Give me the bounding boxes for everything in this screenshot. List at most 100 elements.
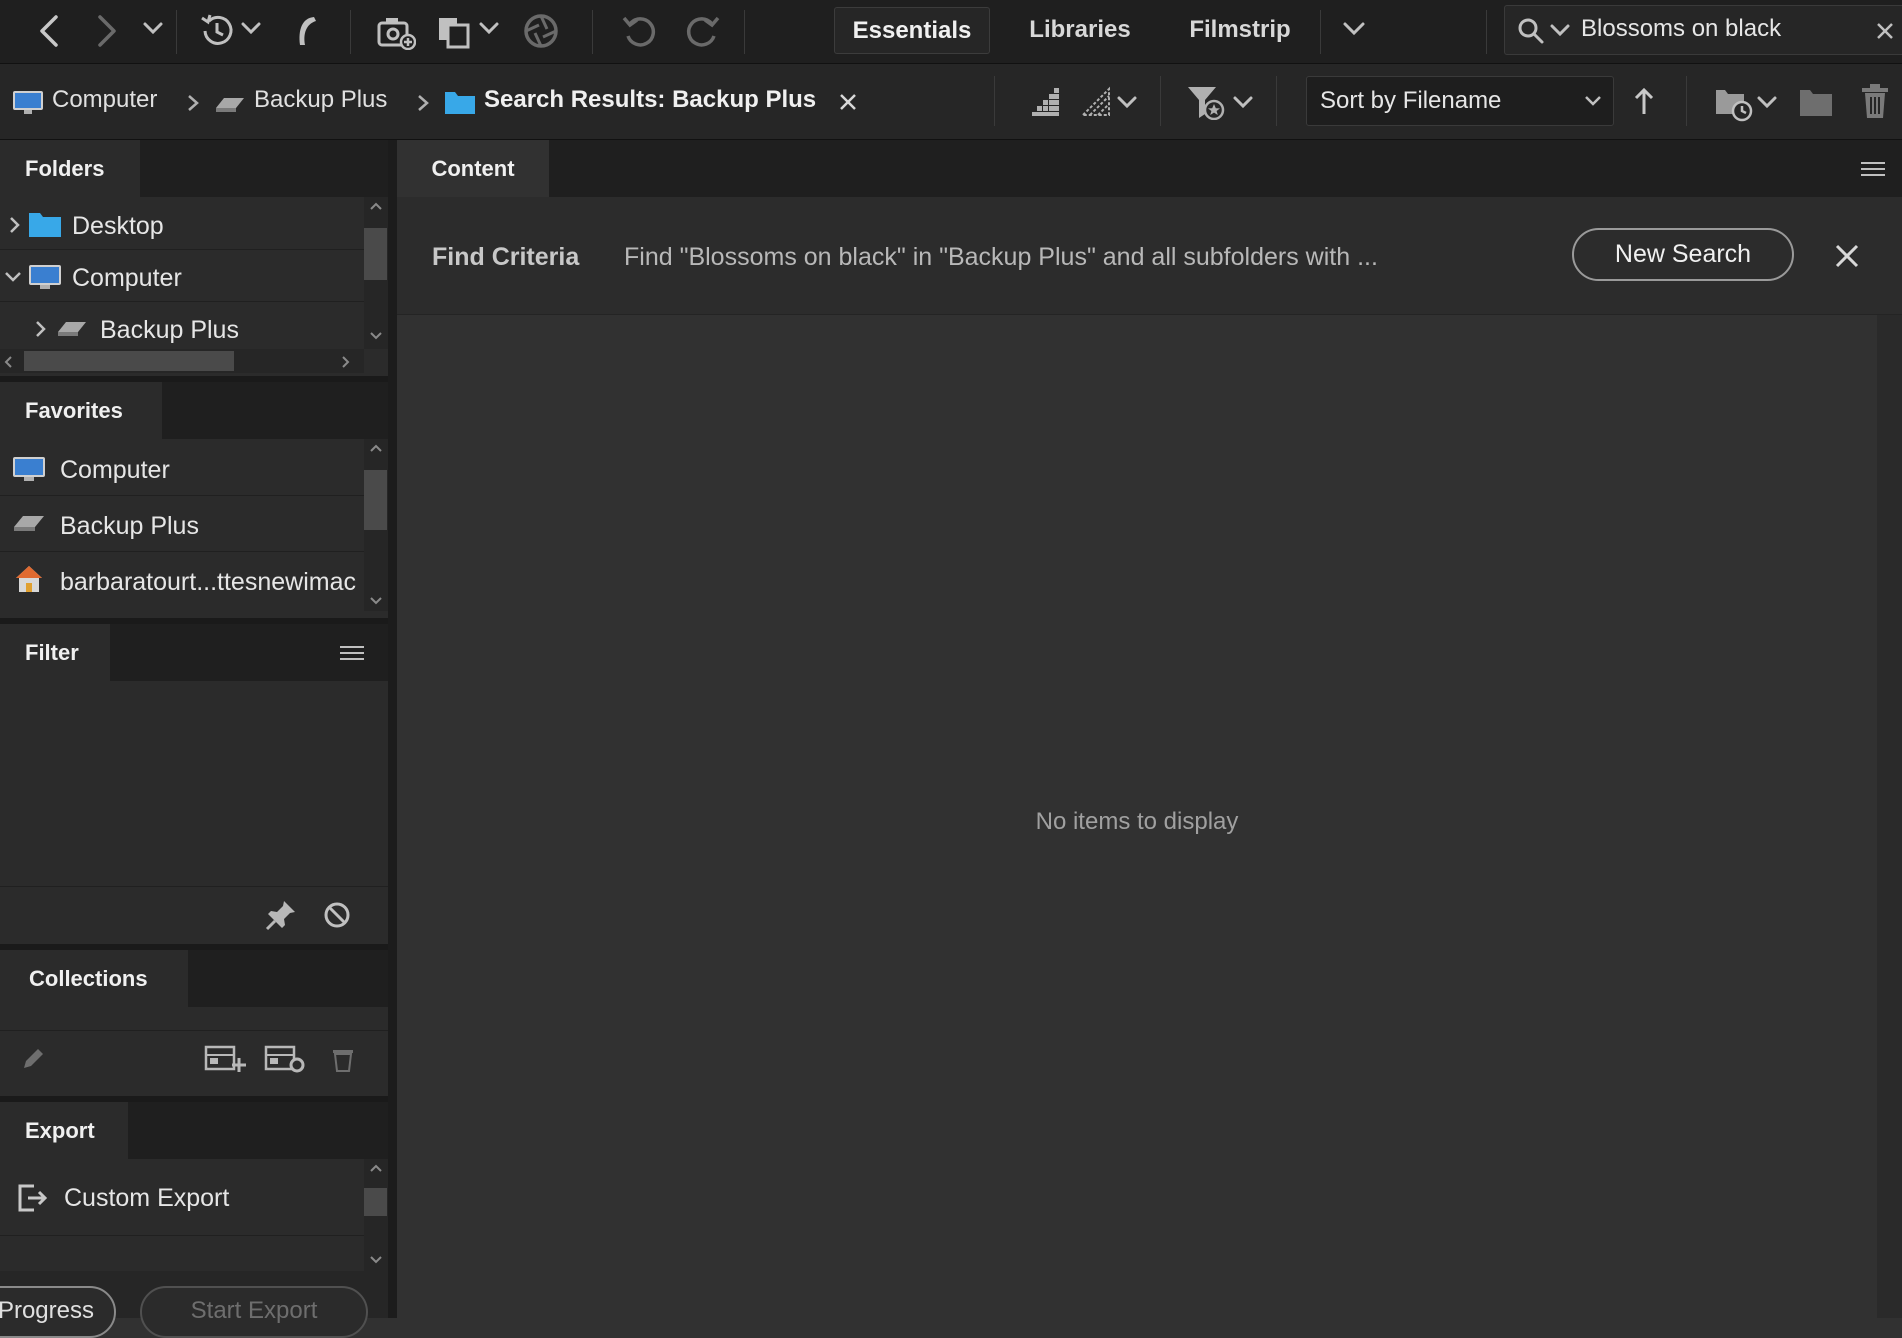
breadcrumb-backup-plus[interactable]: Backup Plus — [254, 86, 387, 114]
trash-icon[interactable] — [332, 1046, 354, 1072]
tab-libraries[interactable]: Libraries — [1010, 7, 1150, 52]
favorite-item-home[interactable]: barbaratourt...ttesnewimac — [60, 568, 356, 597]
quality-icon[interactable] — [1030, 86, 1062, 118]
favorite-item-computer[interactable]: Computer — [60, 456, 170, 485]
recent-folder-icon[interactable] — [1714, 84, 1756, 122]
favorite-item-backup-plus[interactable]: Backup Plus — [60, 512, 199, 541]
breadcrumb-current: Search Results: Backup Plus — [484, 86, 817, 113]
search-input[interactable] — [1581, 12, 1861, 46]
folder-item-backup-plus[interactable]: Backup Plus — [100, 316, 239, 345]
folders-hscroll-thumb[interactable] — [24, 351, 234, 371]
chevron-right-icon[interactable] — [34, 320, 48, 338]
drive-icon — [58, 322, 86, 336]
sort-ascending-icon[interactable] — [1632, 86, 1656, 116]
empty-state-message: No items to display — [1035, 808, 1239, 835]
favorites-panel-header: Favorites — [0, 382, 388, 439]
breadcrumb-computer[interactable]: Computer — [52, 86, 157, 114]
redo-icon[interactable] — [684, 12, 722, 50]
folder-item-computer[interactable]: Computer — [72, 264, 182, 293]
workspace-more-chevron-icon[interactable] — [1342, 20, 1366, 38]
chevron-right-icon — [418, 95, 429, 111]
pin-icon[interactable] — [264, 898, 298, 932]
folders-panel-tab[interactable]: Folders — [0, 140, 140, 197]
boomerang-icon[interactable] — [290, 12, 322, 50]
scroll-up-icon[interactable] — [368, 200, 384, 212]
aperture-icon[interactable] — [522, 12, 560, 50]
smart-collection-icon[interactable] — [264, 1044, 306, 1074]
tab-essentials[interactable]: Essentials — [834, 7, 990, 54]
chevron-down-icon[interactable] — [1756, 94, 1778, 110]
chevron-right-icon — [188, 95, 199, 111]
start-export-button[interactable]: Start Export — [140, 1286, 368, 1338]
new-collection-icon[interactable] — [204, 1044, 246, 1074]
favorites-panel-tab[interactable]: Favorites — [0, 382, 162, 439]
chevron-down-icon[interactable] — [1232, 94, 1254, 110]
recent-icon[interactable] — [198, 12, 236, 50]
search-icon[interactable] — [1517, 17, 1545, 45]
chevron-down-icon[interactable] — [142, 20, 164, 36]
scroll-left-icon[interactable] — [2, 354, 14, 370]
export-icon — [18, 1184, 48, 1212]
scroll-right-icon[interactable] — [340, 354, 352, 370]
edit-icon[interactable] — [20, 1046, 46, 1072]
chevron-down-icon[interactable] — [240, 20, 262, 36]
export-panel-tab[interactable]: Export — [0, 1102, 128, 1159]
export-progress-button[interactable]: Progress — [0, 1286, 116, 1338]
panel-menu-icon[interactable] — [1859, 160, 1887, 178]
close-icon[interactable] — [1834, 243, 1860, 269]
drive-icon — [216, 98, 244, 112]
forward-icon[interactable] — [92, 14, 122, 48]
folders-panel-header: Folders — [0, 140, 388, 197]
clear-search-icon[interactable] — [1875, 21, 1895, 41]
close-search-results-icon[interactable] — [838, 92, 858, 112]
content-panel-tab[interactable]: Content — [397, 140, 549, 197]
filter-panel-tab[interactable]: Filter — [0, 624, 110, 681]
scroll-down-icon[interactable] — [368, 330, 384, 342]
search-box[interactable] — [1504, 5, 1902, 55]
clear-filter-icon[interactable] — [322, 900, 352, 930]
export-item-custom-export[interactable]: Custom Export — [64, 1184, 229, 1213]
new-search-button[interactable]: New Search — [1572, 228, 1794, 281]
find-criteria-label: Find Criteria — [432, 243, 580, 271]
folder-icon — [29, 213, 61, 237]
collections-panel-header: Collections — [0, 950, 388, 1007]
chevron-down-icon[interactable] — [478, 20, 500, 36]
scroll-up-icon[interactable] — [368, 1162, 384, 1174]
chevron-down-icon[interactable] — [1549, 22, 1571, 38]
sort-dropdown-label: Sort by Filename — [1320, 87, 1502, 114]
filter-icon[interactable] — [1186, 84, 1228, 120]
content-vertical-scrollbar[interactable] — [1877, 315, 1902, 1318]
panel-splitter[interactable] — [388, 140, 397, 1318]
chevron-down-icon[interactable] — [4, 270, 22, 284]
back-icon[interactable] — [34, 14, 64, 48]
folders-scroll-thumb[interactable] — [364, 228, 387, 280]
home-icon — [16, 566, 42, 592]
left-panels: Folders Desktop Computer Backup Plus Fav… — [0, 140, 388, 1338]
favorites-scroll-thumb[interactable] — [364, 470, 387, 530]
sort-dropdown[interactable]: Sort by Filename — [1306, 76, 1614, 126]
chevron-right-icon[interactable] — [8, 216, 22, 234]
filter-panel-header: Filter — [0, 624, 388, 681]
chevron-down-icon — [1585, 96, 1601, 106]
panel-menu-icon[interactable] — [338, 644, 366, 662]
folder-item-desktop[interactable]: Desktop — [72, 212, 164, 241]
computer-icon — [13, 457, 45, 481]
path-bar: Computer Backup Plus Search Results: Bac… — [0, 64, 1902, 140]
chevron-down-icon[interactable] — [1116, 94, 1138, 110]
camera-icon[interactable] — [376, 14, 416, 50]
scroll-down-icon[interactable] — [368, 595, 384, 607]
export-scroll-thumb[interactable] — [364, 1188, 387, 1216]
folder-icon — [445, 92, 475, 114]
scroll-down-icon[interactable] — [368, 1254, 384, 1266]
top-toolbar: Essentials Libraries Filmstrip — [0, 0, 1902, 64]
find-criteria-text: Find "Blossoms on black" in "Backup Plus… — [624, 243, 1378, 271]
collections-panel-tab[interactable]: Collections — [0, 950, 188, 1007]
new-folder-icon[interactable] — [1798, 86, 1834, 118]
scroll-up-icon[interactable] — [368, 442, 384, 454]
undo-icon[interactable] — [620, 12, 658, 50]
thumbnail-quality-icon[interactable] — [1080, 86, 1112, 118]
trash-icon[interactable] — [1860, 82, 1890, 120]
copy-icon[interactable] — [436, 14, 474, 50]
computer-icon — [29, 265, 61, 289]
tab-filmstrip[interactable]: Filmstrip — [1172, 7, 1308, 52]
